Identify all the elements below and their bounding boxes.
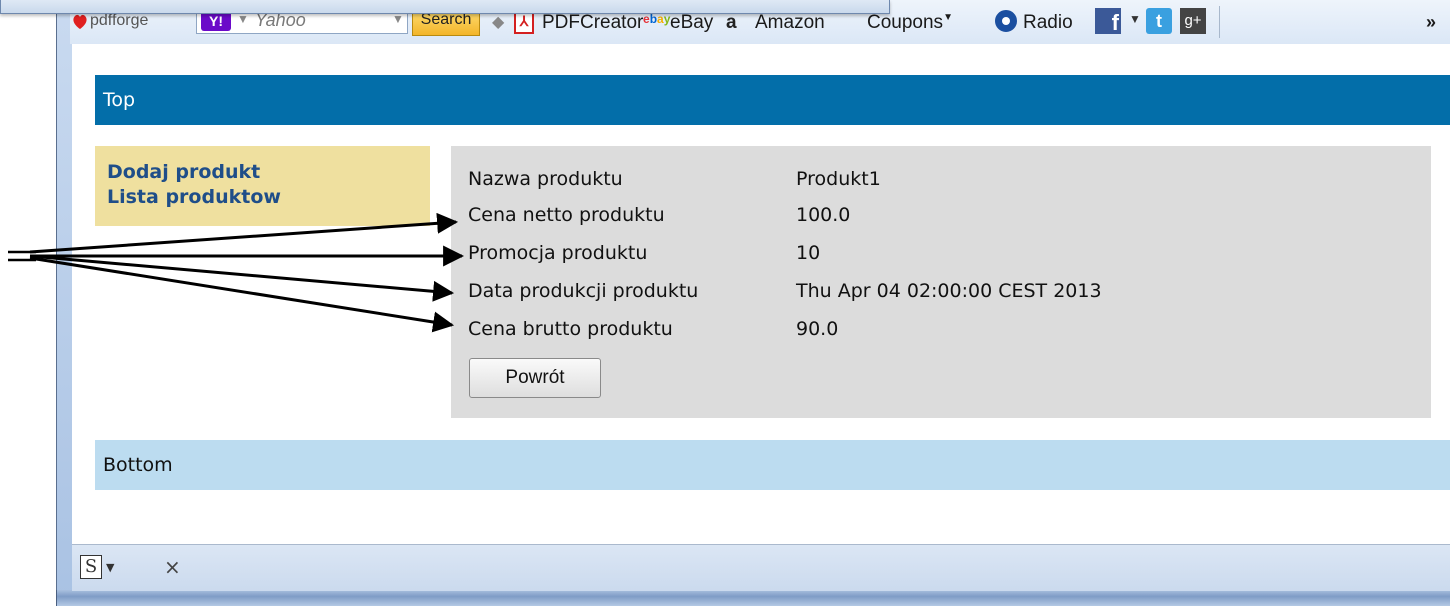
detail-label: Cena netto produktu [468, 204, 665, 226]
s-icon[interactable]: S [80, 555, 102, 579]
detail-label: Data produkcji produktu [468, 280, 699, 302]
amazon-icon[interactable]: a [726, 12, 737, 34]
radio-icon[interactable] [995, 10, 1017, 32]
chevron-down-icon[interactable]: ▼ [106, 561, 114, 574]
amazon-link[interactable]: Amazon [755, 12, 825, 34]
chevron-down-icon[interactable]: ▼ [1129, 12, 1141, 26]
detail-label: Cena brutto produktu [468, 318, 673, 340]
close-icon[interactable]: × [164, 555, 181, 579]
top-banner: Top [95, 75, 1450, 125]
page-content: Top Dodaj produkt Lista produktow Nazwa … [72, 44, 1450, 544]
addon-bar: S ▼ × [72, 544, 1450, 591]
detail-value: Thu Apr 04 02:00:00 CEST 2013 [796, 280, 1102, 302]
chevron-down-icon[interactable]: ▼ [392, 12, 404, 26]
coupons-menu[interactable]: Coupons▼ [867, 12, 953, 34]
detail-label: Promocja produktu [468, 242, 648, 264]
window-bottom-edge [56, 590, 1450, 606]
floating-panel [0, 0, 890, 14]
facebook-icon[interactable]: f [1095, 8, 1121, 35]
detail-value: 100.0 [796, 204, 851, 226]
add-product-link[interactable]: Dodaj produkt [107, 160, 418, 185]
coupons-label: Coupons [867, 12, 944, 33]
chevron-down-icon: ▼ [943, 12, 953, 23]
radio-link[interactable]: Radio [1023, 12, 1073, 34]
pdfforge-icon[interactable] [70, 12, 90, 32]
chevron-down-icon[interactable]: ▼ [237, 12, 249, 26]
detail-value: Produkt1 [796, 168, 881, 190]
separator-grip-icon: ◆ [492, 14, 505, 31]
toolbar-divider [1219, 6, 1220, 38]
toolbar-overflow-button[interactable]: » [1426, 12, 1436, 33]
product-details-panel: Nazwa produktu Produkt1 Cena netto produ… [451, 146, 1431, 418]
detail-label: Nazwa produktu [468, 168, 623, 190]
detail-value: 90.0 [796, 318, 839, 340]
twitter-icon[interactable]: t [1146, 8, 1172, 34]
bottom-banner: Bottom [95, 440, 1450, 490]
pdfcreator-link[interactable]: PDFCreator [542, 12, 643, 34]
pdfforge-label[interactable]: pdfforge [90, 12, 148, 30]
google-plus-icon[interactable]: g+ [1180, 8, 1206, 34]
yahoo-logo-icon: Y! [201, 11, 231, 31]
back-button[interactable]: Powrót [469, 358, 601, 398]
ebay-link[interactable]: eBay [670, 12, 713, 34]
product-list-link[interactable]: Lista produktow [107, 185, 418, 210]
ebay-icon[interactable]: ebay [643, 12, 670, 26]
detail-value: 10 [796, 242, 821, 264]
sidebar: Dodaj produkt Lista produktow [95, 146, 430, 226]
